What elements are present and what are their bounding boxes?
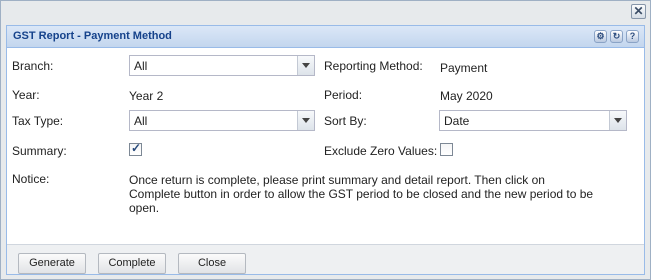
exclude-zero-label: Exclude Zero Values: (324, 144, 438, 158)
notice-text: Once return is complete, please print su… (129, 173, 594, 215)
reporting-method-label: Reporting Method: (324, 59, 423, 73)
tax-type-select[interactable]: All (129, 110, 315, 131)
branch-select-value: All (134, 59, 148, 73)
period-value: May 2020 (440, 89, 493, 103)
close-button[interactable]: Close (178, 253, 246, 274)
summary-checkbox[interactable]: ✓ (129, 141, 142, 156)
period-label: Period: (324, 88, 363, 102)
tax-type-select-value: All (134, 114, 148, 128)
exclude-zero-checkbox[interactable] (440, 143, 453, 156)
gst-report-panel: GST Report - Payment Method ⚙ ↻ ? Branch… (6, 25, 645, 275)
sort-by-select[interactable]: Date (439, 110, 627, 131)
generate-button[interactable]: Generate (18, 253, 86, 274)
help-icon[interactable]: ? (626, 30, 639, 43)
sort-by-label: Sort By: (324, 114, 367, 128)
close-icon[interactable]: ✕ (631, 4, 646, 19)
refresh-icon[interactable]: ↻ (610, 30, 623, 43)
panel-title: GST Report - Payment Method (13, 30, 172, 42)
branch-label: Branch: (12, 59, 54, 73)
reporting-method-value: Payment (440, 61, 488, 75)
chevron-down-icon[interactable] (297, 111, 314, 130)
sort-by-select-value: Date (444, 114, 470, 128)
panel-header: GST Report - Payment Method ⚙ ↻ ? (7, 26, 644, 48)
chevron-down-icon[interactable] (609, 111, 626, 130)
checkmark-icon: ✓ (131, 141, 142, 155)
notice-label: Notice: (12, 172, 50, 186)
gear-icon[interactable]: ⚙ (594, 30, 607, 43)
year-label: Year: (12, 88, 40, 102)
chevron-down-icon[interactable] (297, 56, 314, 75)
year-value: Year 2 (129, 89, 164, 103)
button-bar: Generate Complete Close (7, 244, 644, 274)
dialog-window: ✕ GST Report - Payment Method ⚙ ↻ ? Bran… (0, 0, 651, 280)
branch-select[interactable]: All (129, 55, 315, 76)
summary-label: Summary: (12, 144, 67, 158)
complete-button[interactable]: Complete (98, 253, 166, 274)
tax-type-label: Tax Type: (12, 114, 64, 128)
